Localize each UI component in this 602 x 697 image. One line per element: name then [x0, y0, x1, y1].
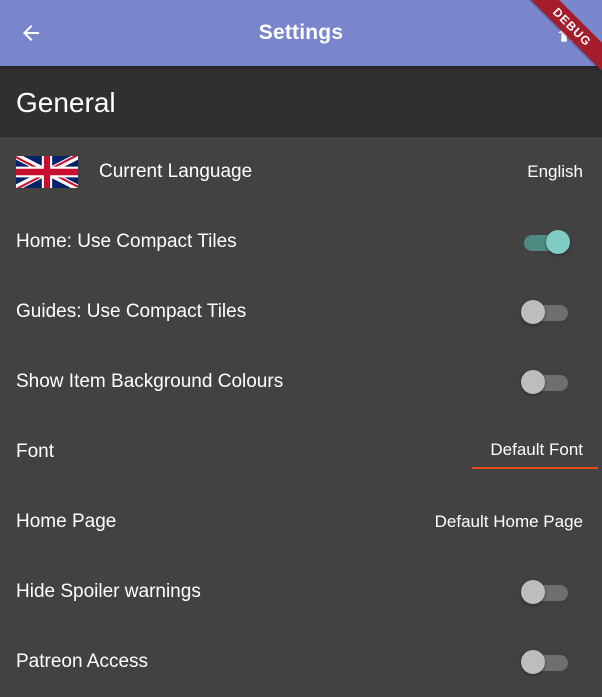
switch-thumb [521, 370, 545, 394]
home-page-row[interactable]: Home Page Default Home Page [0, 487, 602, 557]
hide-spoilers-label: Hide Spoiler warnings [16, 581, 201, 602]
compact-home-row[interactable]: Home: Use Compact Tiles [0, 207, 602, 277]
hide-spoilers-switch[interactable] [520, 579, 572, 605]
compact-guides-switch[interactable] [520, 299, 572, 325]
uk-flag-icon [16, 156, 78, 188]
patreon-access-row[interactable]: Patreon Access [0, 627, 602, 697]
font-value: Default Font [490, 440, 583, 459]
page-title: Settings [258, 21, 344, 44]
patreon-access-switch[interactable] [520, 649, 572, 675]
compact-home-switch[interactable] [520, 229, 572, 255]
compact-home-label: Home: Use Compact Tiles [16, 231, 237, 252]
font-dropdown[interactable]: Default Font [472, 435, 598, 469]
font-setting-row[interactable]: Font Default Font [0, 417, 602, 487]
item-background-label: Show Item Background Colours [16, 371, 284, 392]
language-value: English [527, 162, 583, 181]
home-page-value: Default Home Page [434, 512, 583, 531]
settings-list: Current Language English Home: Use Compa… [0, 137, 602, 697]
hide-spoilers-row[interactable]: Hide Spoiler warnings [0, 557, 602, 627]
switch-thumb [521, 580, 545, 604]
language-label: Current Language [99, 161, 253, 182]
section-title: General [16, 87, 116, 118]
switch-thumb [521, 650, 545, 674]
item-background-switch[interactable] [520, 369, 572, 395]
switch-thumb [546, 230, 570, 254]
app-bar: Settings [0, 0, 602, 66]
font-label: Font [16, 441, 55, 462]
language-setting-row[interactable]: Current Language English [0, 137, 602, 207]
home-page-label: Home Page [16, 511, 117, 532]
patreon-access-label: Patreon Access [16, 651, 149, 672]
compact-guides-label: Guides: Use Compact Tiles [16, 301, 247, 322]
switch-thumb [521, 300, 545, 324]
section-header: General [0, 66, 602, 137]
compact-guides-row[interactable]: Guides: Use Compact Tiles [0, 277, 602, 347]
item-background-row[interactable]: Show Item Background Colours [0, 347, 602, 417]
